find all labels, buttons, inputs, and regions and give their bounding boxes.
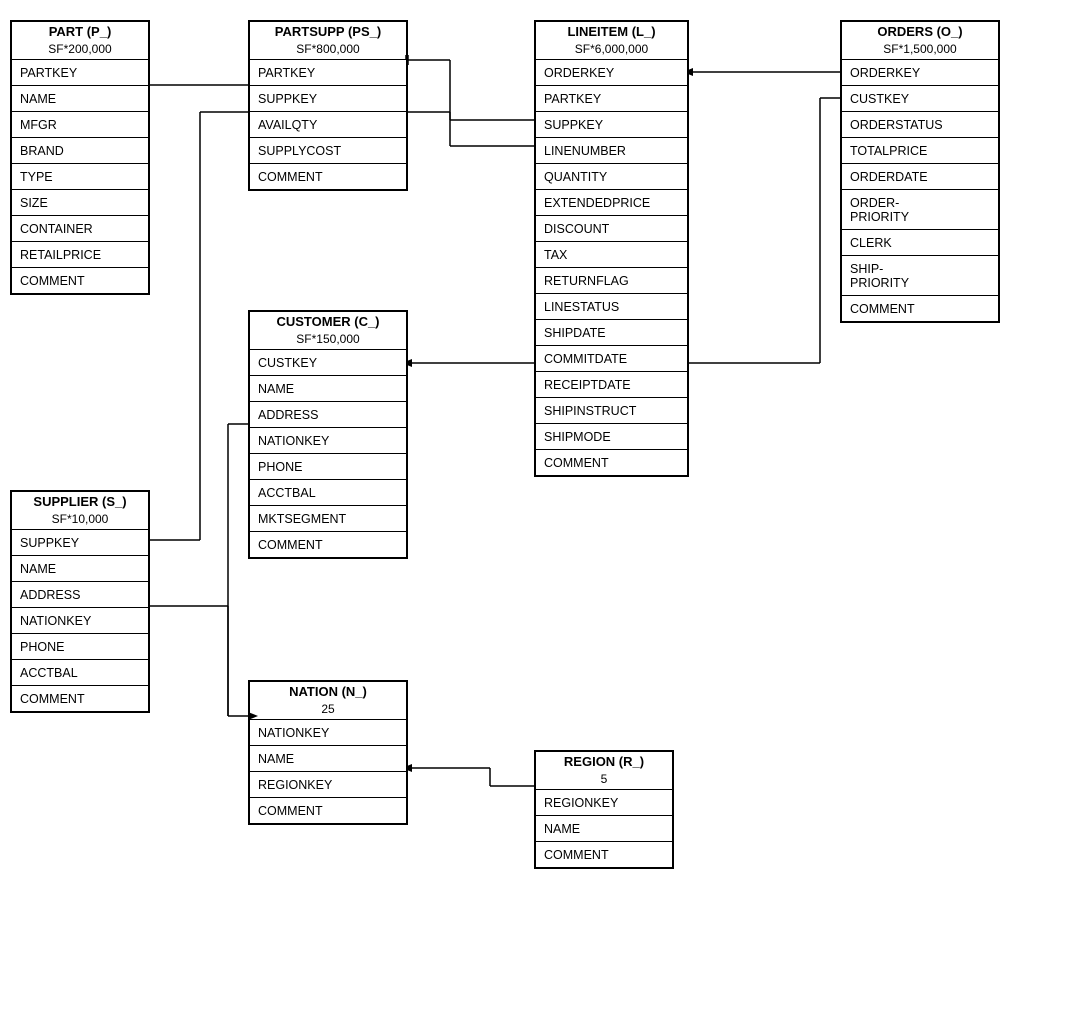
field-supplier-phone: PHONE xyxy=(12,633,148,659)
field-orders-totalprice: TOTALPRICE xyxy=(842,137,998,163)
field-lineitem-shipinstruct: SHIPINSTRUCT xyxy=(536,397,687,423)
table-orders-title: ORDERS (O_) xyxy=(842,22,998,41)
table-supplier-subtitle: SF*10,000 xyxy=(12,511,148,527)
field-part-container: CONTAINER xyxy=(12,215,148,241)
table-partsupp-subtitle: SF*800,000 xyxy=(250,41,406,57)
field-orders-orderpriority: ORDER-PRIORITY xyxy=(842,189,998,229)
field-lineitem-receiptdate: RECEIPTDATE xyxy=(536,371,687,397)
field-lineitem-comment: COMMENT xyxy=(536,449,687,475)
field-supplier-comment: COMMENT xyxy=(12,685,148,711)
field-partsupp-supplycost: SUPPLYCOST xyxy=(250,137,406,163)
field-customer-custkey: CUSTKEY xyxy=(250,349,406,375)
field-lineitem-linestatus: LINESTATUS xyxy=(536,293,687,319)
field-customer-address: ADDRESS xyxy=(250,401,406,427)
field-supplier-suppkey: SUPPKEY xyxy=(12,529,148,555)
table-part-title: PART (P_) xyxy=(12,22,148,41)
table-orders-subtitle: SF*1,500,000 xyxy=(842,41,998,57)
field-lineitem-linenumber: LINENUMBER xyxy=(536,137,687,163)
field-lineitem-partkey: PARTKEY xyxy=(536,85,687,111)
table-orders: ORDERS (O_) SF*1,500,000 ORDERKEY CUSTKE… xyxy=(840,20,1000,323)
table-customer-title: CUSTOMER (C_) xyxy=(250,312,406,331)
table-part: PART (P_) SF*200,000 PARTKEY NAME MFGR B… xyxy=(10,20,150,295)
field-nation-name: NAME xyxy=(250,745,406,771)
field-part-name: NAME xyxy=(12,85,148,111)
field-customer-mktsegment: MKTSEGMENT xyxy=(250,505,406,531)
table-region-subtitle: 5 xyxy=(536,771,672,787)
field-lineitem-shipmode: SHIPMODE xyxy=(536,423,687,449)
field-orders-orderdate: ORDERDATE xyxy=(842,163,998,189)
table-supplier-title: SUPPLIER (S_) xyxy=(12,492,148,511)
field-lineitem-suppkey: SUPPKEY xyxy=(536,111,687,137)
table-partsupp-title: PARTSUPP (PS_) xyxy=(250,22,406,41)
table-lineitem-subtitle: SF*6,000,000 xyxy=(536,41,687,57)
field-orders-orderkey: ORDERKEY xyxy=(842,59,998,85)
table-lineitem-title: LINEITEM (L_) xyxy=(536,22,687,41)
field-part-retailprice: RETAILPRICE xyxy=(12,241,148,267)
field-partsupp-comment: COMMENT xyxy=(250,163,406,189)
field-partsupp-availqty: AVAILQTY xyxy=(250,111,406,137)
field-customer-acctbal: ACCTBAL xyxy=(250,479,406,505)
field-customer-name: NAME xyxy=(250,375,406,401)
table-customer-subtitle: SF*150,000 xyxy=(250,331,406,347)
field-part-size: SIZE xyxy=(12,189,148,215)
table-nation: NATION (N_) 25 NATIONKEY NAME REGIONKEY … xyxy=(248,680,408,825)
field-nation-comment: COMMENT xyxy=(250,797,406,823)
table-part-subtitle: SF*200,000 xyxy=(12,41,148,57)
field-part-partkey: PARTKEY xyxy=(12,59,148,85)
field-partsupp-suppkey: SUPPKEY xyxy=(250,85,406,111)
field-supplier-acctbal: ACCTBAL xyxy=(12,659,148,685)
table-nation-title: NATION (N_) xyxy=(250,682,406,701)
field-lineitem-extendedprice: EXTENDEDPRICE xyxy=(536,189,687,215)
field-part-brand: BRAND xyxy=(12,137,148,163)
field-lineitem-shipdate: SHIPDATE xyxy=(536,319,687,345)
field-customer-phone: PHONE xyxy=(250,453,406,479)
field-lineitem-discount: DISCOUNT xyxy=(536,215,687,241)
field-region-name: NAME xyxy=(536,815,672,841)
field-nation-regionkey: REGIONKEY xyxy=(250,771,406,797)
field-supplier-address: ADDRESS xyxy=(12,581,148,607)
table-supplier: SUPPLIER (S_) SF*10,000 SUPPKEY NAME ADD… xyxy=(10,490,150,713)
table-nation-subtitle: 25 xyxy=(250,701,406,717)
field-lineitem-quantity: QUANTITY xyxy=(536,163,687,189)
field-orders-orderstatus: ORDERSTATUS xyxy=(842,111,998,137)
field-lineitem-commitdate: COMMITDATE xyxy=(536,345,687,371)
field-nation-nationkey: NATIONKEY xyxy=(250,719,406,745)
table-region: REGION (R_) 5 REGIONKEY NAME COMMENT xyxy=(534,750,674,869)
table-lineitem: LINEITEM (L_) SF*6,000,000 ORDERKEY PART… xyxy=(534,20,689,477)
field-part-mfgr: MFGR xyxy=(12,111,148,137)
field-orders-custkey: CUSTKEY xyxy=(842,85,998,111)
table-partsupp: PARTSUPP (PS_) SF*800,000 PARTKEY SUPPKE… xyxy=(248,20,408,191)
field-partsupp-partkey: PARTKEY xyxy=(250,59,406,85)
field-part-comment: COMMENT xyxy=(12,267,148,293)
field-customer-comment: COMMENT xyxy=(250,531,406,557)
field-lineitem-tax: TAX xyxy=(536,241,687,267)
field-region-regionkey: REGIONKEY xyxy=(536,789,672,815)
field-lineitem-orderkey: ORDERKEY xyxy=(536,59,687,85)
field-orders-shippriority: SHIP-PRIORITY xyxy=(842,255,998,295)
table-region-title: REGION (R_) xyxy=(536,752,672,771)
field-supplier-nationkey: NATIONKEY xyxy=(12,607,148,633)
field-supplier-name: NAME xyxy=(12,555,148,581)
field-region-comment: COMMENT xyxy=(536,841,672,867)
field-orders-clerk: CLERK xyxy=(842,229,998,255)
field-customer-nationkey: NATIONKEY xyxy=(250,427,406,453)
table-customer: CUSTOMER (C_) SF*150,000 CUSTKEY NAME AD… xyxy=(248,310,408,559)
field-lineitem-returnflag: RETURNFLAG xyxy=(536,267,687,293)
field-orders-comment: COMMENT xyxy=(842,295,998,321)
er-diagram: PART (P_) SF*200,000 PARTKEY NAME MFGR B… xyxy=(0,0,1080,1018)
field-part-type: TYPE xyxy=(12,163,148,189)
